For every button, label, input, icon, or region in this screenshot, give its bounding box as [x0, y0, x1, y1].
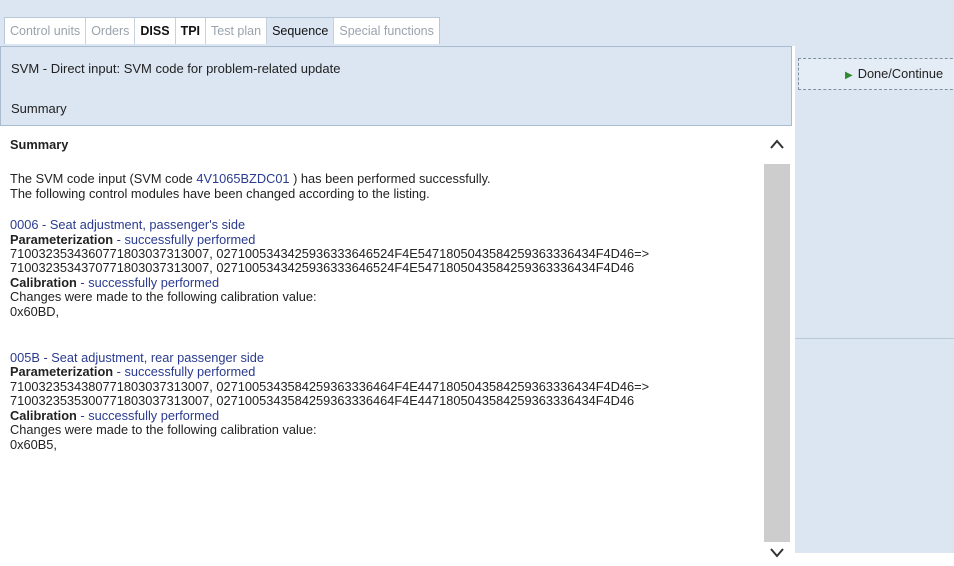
tab-tpi[interactable]: TPI	[175, 18, 207, 44]
header-subtitle: Summary	[11, 101, 67, 116]
svm-code: 4V1065BZDC01	[196, 171, 290, 187]
chevron-down-icon[interactable]	[762, 542, 792, 566]
tab-test-plan[interactable]: Test plan	[206, 18, 268, 44]
calib-label: Calibration	[10, 274, 77, 290]
intro-prefix: The SVM code input (SVM code	[10, 171, 197, 187]
calib-status: - successfully performed	[76, 407, 220, 423]
param-label: Parameterization	[10, 231, 114, 247]
param-line: 7100323534360771803037313007, 0271005343…	[10, 246, 650, 262]
calib-text: Changes were made to the following calib…	[10, 422, 317, 438]
intro-suffix: ) has been performed successfully.	[289, 171, 491, 187]
calib-status: - successfully performed	[76, 274, 220, 290]
tab-bar: Control units Orders DISS TPI Test plan …	[4, 17, 440, 44]
summary-content: Summary The SVM code input (SVM code 4V1…	[0, 128, 762, 553]
vertical-scrollbar[interactable]	[762, 128, 792, 558]
top-bar: Control units Orders DISS TPI Test plan …	[0, 0, 954, 46]
tab-control-units[interactable]: Control units	[5, 18, 87, 44]
module-block: 005B - Seat adjustment, rear passenger s…	[10, 350, 762, 452]
calib-value: 0x60B5,	[10, 436, 57, 452]
param-line: 7100323534380771803037313007, 0271005343…	[10, 378, 650, 394]
module-block: 0006 - Seat adjustment, passenger's side…	[10, 217, 762, 319]
param-line: 7100323535300771803037313007, 0271005343…	[10, 393, 635, 409]
calib-value: 0x60BD,	[10, 303, 60, 319]
done-continue-label: Done/Continue	[857, 66, 944, 81]
panel-divider	[795, 338, 954, 339]
play-icon: ▶	[845, 70, 853, 81]
header-title: SVM - Direct input: SVM code for problem…	[11, 61, 341, 76]
summary-intro-line2: The following control modules have been …	[10, 185, 430, 201]
param-status: - successfully performed	[113, 231, 256, 247]
tab-sequence[interactable]: Sequence	[267, 18, 335, 44]
module-title: 0006 - Seat adjustment, passenger's side	[10, 217, 246, 233]
sequence-header: SVM - Direct input: SVM code for problem…	[0, 46, 792, 126]
param-status: - successfully performed	[113, 364, 256, 380]
scrollbar-thumb[interactable]	[764, 164, 790, 542]
calib-label: Calibration	[10, 407, 77, 423]
calib-text: Changes were made to the following calib…	[10, 289, 317, 305]
summary-heading: Summary	[10, 137, 69, 152]
tab-orders[interactable]: Orders	[86, 18, 136, 44]
module-title: 005B - Seat adjustment, rear passenger s…	[10, 350, 264, 366]
tab-diss[interactable]: DISS	[135, 18, 176, 44]
chevron-up-icon[interactable]	[762, 134, 792, 158]
param-label: Parameterization	[10, 364, 114, 380]
param-line: 7100323534370771803037313007, 0271005343…	[10, 260, 635, 276]
tab-special-functions[interactable]: Special functions	[334, 18, 439, 44]
right-panel: ▶ Done/Continue	[795, 46, 954, 553]
done-continue-button[interactable]: ▶ Done/Continue	[798, 58, 954, 90]
summary-intro: The SVM code input (SVM code 4V1065BZDC0…	[10, 172, 762, 186]
